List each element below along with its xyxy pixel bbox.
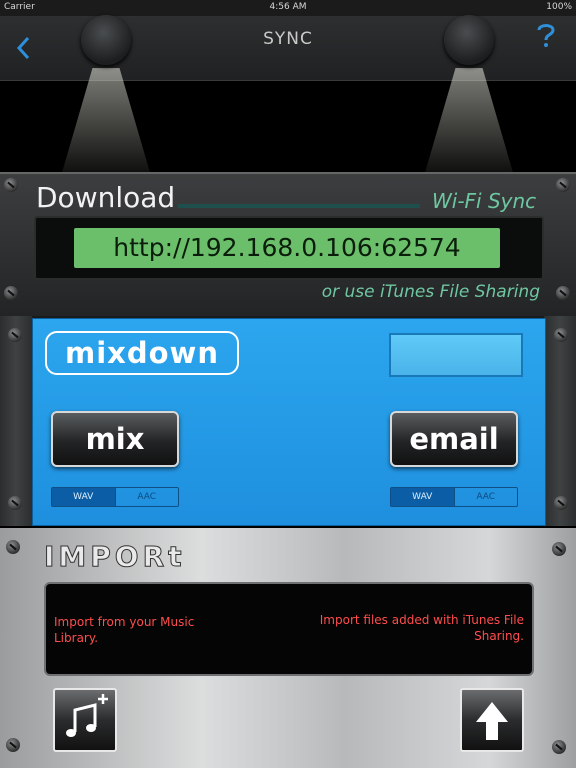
import-panel: IMPORt Import from your Music Library. I… [0, 528, 576, 768]
email-format-wav[interactable]: WAV [391, 488, 454, 506]
question-icon [537, 24, 555, 47]
mixdown-panel: mixdown mix email WAV AAC WAV AAC [32, 318, 546, 526]
screw-icon [554, 496, 568, 510]
download-title: Download [36, 181, 176, 214]
light-beam-left [61, 68, 151, 176]
music-note-add-icon [66, 694, 108, 737]
screw-icon [4, 178, 18, 192]
help-button[interactable] [536, 22, 556, 54]
email-format-aac[interactable]: AAC [453, 488, 518, 506]
screw-icon [6, 540, 20, 554]
mixdown-logo: mixdown [45, 331, 239, 375]
title-underline [178, 204, 420, 208]
mixdown-frame: mixdown mix email WAV AAC WAV AAC [0, 316, 576, 526]
side-rail-right [544, 316, 576, 526]
light-beam-right [424, 68, 514, 176]
email-button[interactable]: email [390, 411, 518, 467]
url-field[interactable]: http://192.168.0.106:62574 [74, 228, 500, 268]
screw-icon [556, 286, 570, 300]
decorative-knob-left [81, 15, 131, 65]
email-format-selector: WAV AAC [390, 487, 518, 507]
sync-url: http://192.168.0.106:62574 [113, 233, 461, 262]
screw-icon [4, 286, 18, 300]
import-music-library-button[interactable] [53, 688, 117, 752]
url-display: http://192.168.0.106:62574 [34, 216, 544, 280]
screw-icon [554, 328, 568, 342]
mix-button[interactable]: mix [51, 411, 179, 467]
mix-format-wav[interactable]: WAV [52, 488, 115, 506]
itunes-sharing-note: or use iTunes File Sharing [321, 282, 540, 302]
download-panel: Download Wi-Fi Sync http://192.168.0.106… [0, 172, 576, 318]
screw-icon [552, 542, 566, 556]
import-file-sharing-button[interactable] [460, 688, 524, 752]
side-rail-left [0, 316, 32, 526]
clock: 4:56 AM [269, 2, 307, 12]
mix-format-aac[interactable]: AAC [114, 488, 179, 506]
arrow-up-icon [476, 702, 508, 740]
screw-icon [8, 328, 22, 342]
wifi-sync-label: Wi-Fi Sync [432, 189, 537, 213]
import-info-display: Import from your Music Library. Import f… [44, 582, 534, 676]
screw-icon [8, 496, 22, 510]
battery-level: 100% [546, 2, 572, 12]
music-library-text: Import from your Music Library. [54, 615, 195, 645]
screw-icon [556, 178, 570, 192]
import-title: IMPORt [44, 540, 186, 574]
mixdown-status-display [389, 333, 523, 377]
file-sharing-text: Import files added with iTunes File Shar… [319, 613, 524, 643]
screw-icon [552, 740, 566, 754]
screw-icon [6, 738, 20, 752]
decorative-knob-right [444, 15, 494, 65]
status-bar: Carrier 4:56 AM 100% [0, 0, 576, 16]
mix-format-selector: WAV AAC [51, 487, 179, 507]
